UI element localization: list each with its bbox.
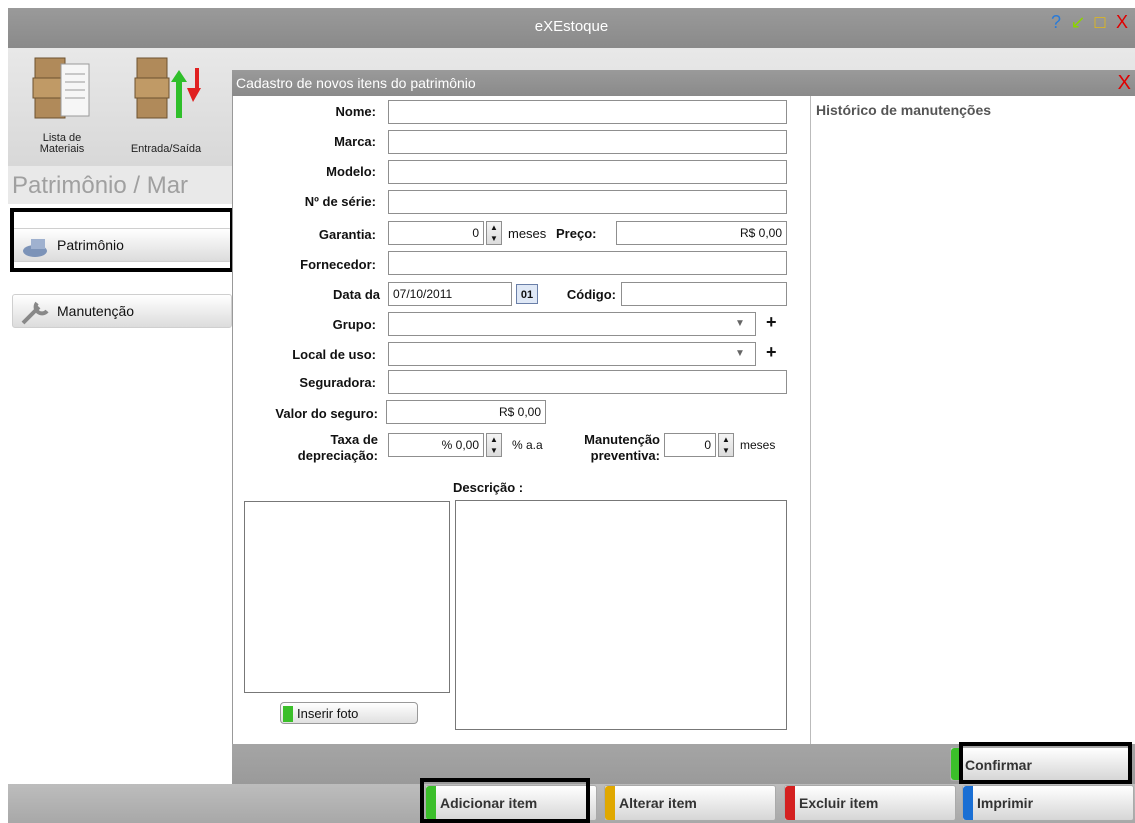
imprimir-label: Imprimir	[977, 795, 1034, 811]
history-title: Histórico de manutenções	[816, 102, 992, 118]
descricao-textarea[interactable]	[455, 500, 787, 730]
taxa-unit: % a.a	[512, 438, 543, 452]
sidebar-item-label: Manutenção	[57, 303, 135, 319]
grupo-label: Grupo:	[332, 317, 376, 332]
highlight-box	[10, 208, 234, 272]
chevron-down-icon[interactable]: ▼	[732, 316, 748, 332]
help-icon[interactable]: ?	[1047, 12, 1065, 38]
button-accent	[785, 786, 795, 820]
manut-field[interactable]: 0	[664, 433, 716, 457]
button-accent	[605, 786, 615, 820]
add-grupo-icon[interactable]: +	[766, 312, 777, 332]
add-local-icon[interactable]: +	[766, 342, 777, 362]
seguradora-field[interactable]	[388, 370, 787, 394]
taxa-label: Taxa de depreciação:	[236, 432, 378, 464]
toolbar-label-line2: Entrada/Saída	[130, 143, 202, 155]
excluir-item-label: Excluir item	[799, 795, 879, 811]
valor-seguro-label: Valor do seguro:	[275, 406, 378, 421]
imprimir-button[interactable]: Imprimir	[962, 785, 1134, 821]
maximize-icon[interactable]: □	[1091, 12, 1109, 38]
section-heading: Patrimônio / Mar	[8, 166, 238, 204]
toolbar-lista-materiais-button[interactable]: Lista de Materiais	[12, 52, 112, 162]
local-label: Local de uso:	[292, 347, 376, 362]
sidebar-item-manutencao[interactable]: Manutenção	[12, 294, 232, 328]
preco-field[interactable]: R$ 0,00	[616, 221, 787, 245]
nome-field[interactable]	[388, 100, 787, 124]
manut-unit: meses	[740, 438, 776, 452]
data-label: Data da	[333, 287, 380, 302]
boxes-arrows-icon	[134, 57, 201, 119]
garantia-stepper[interactable]: ▲ ▼	[486, 221, 502, 245]
data-field[interactable]: 07/10/2011	[388, 282, 512, 306]
marca-field[interactable]	[388, 130, 787, 154]
window-controls: ? ↙ □ X	[1047, 12, 1131, 38]
sidebar	[8, 204, 233, 784]
toolbar-entrada-saida-button[interactable]: Entrada/Saída	[116, 52, 216, 162]
manut-label-line2: preventiva:	[590, 448, 660, 463]
marca-label: Marca:	[334, 134, 376, 149]
fornecedor-field[interactable]	[388, 251, 787, 275]
modelo-label: Modelo:	[326, 164, 376, 179]
serie-label: Nº de série:	[304, 194, 376, 209]
garantia-field[interactable]: 0	[388, 221, 484, 245]
close-icon[interactable]: X	[1113, 12, 1131, 38]
highlight-box	[420, 778, 590, 823]
toolbar-label-line2: Materiais	[39, 143, 85, 155]
nome-label: Nome:	[335, 104, 376, 119]
inserir-foto-label: Inserir foto	[297, 706, 359, 721]
app-title-bar: eXEstoque	[8, 8, 1135, 48]
dialog-close-icon[interactable]: X	[1118, 70, 1131, 96]
button-accent	[963, 786, 973, 820]
local-select[interactable]	[388, 342, 756, 366]
codigo-label: Código:	[566, 287, 616, 302]
highlight-box	[959, 742, 1132, 784]
chevron-down-icon[interactable]: ▼	[732, 346, 748, 362]
modelo-field[interactable]	[388, 160, 787, 184]
preco-label: Preço:	[556, 226, 597, 241]
history-panel	[810, 96, 1135, 746]
valor-seguro-field[interactable]: R$ 0,00	[386, 400, 546, 424]
taxa-label-line2: depreciação:	[297, 448, 378, 463]
taxa-stepper[interactable]: ▲ ▼	[486, 433, 502, 457]
inserir-foto-button[interactable]: Inserir foto	[280, 702, 418, 724]
taxa-field[interactable]: % 0,00	[388, 433, 484, 457]
garantia-label: Garantia:	[318, 227, 376, 242]
garantia-unit: meses	[508, 226, 547, 241]
calendar-icon[interactable]: 01	[516, 284, 538, 304]
manut-label: Manutenção preventiva:	[556, 432, 660, 464]
descricao-label: Descrição :	[453, 480, 524, 495]
codigo-field[interactable]	[621, 282, 787, 306]
grupo-select[interactable]	[388, 312, 756, 336]
alterar-item-button[interactable]: Alterar item	[604, 785, 776, 821]
photo-box	[244, 501, 450, 693]
dialog-title: Cadastro de novos itens do patrimônio	[232, 70, 1135, 96]
alterar-item-label: Alterar item	[619, 795, 697, 811]
boxes-document-icon	[32, 57, 90, 119]
app-title: eXEstoque	[534, 18, 609, 35]
manut-label-line1: Manutenção	[584, 432, 660, 447]
button-accent	[283, 706, 293, 722]
taxa-label-line1: Taxa de	[330, 432, 378, 447]
seguradora-label: Seguradora:	[299, 375, 376, 390]
wrench-icon	[21, 301, 49, 325]
serie-field[interactable]	[388, 190, 787, 214]
restore-icon[interactable]: ↙	[1069, 12, 1087, 38]
fornecedor-label: Fornecedor:	[300, 257, 376, 272]
manut-stepper[interactable]: ▲ ▼	[718, 433, 734, 457]
excluir-item-button[interactable]: Excluir item	[784, 785, 956, 821]
